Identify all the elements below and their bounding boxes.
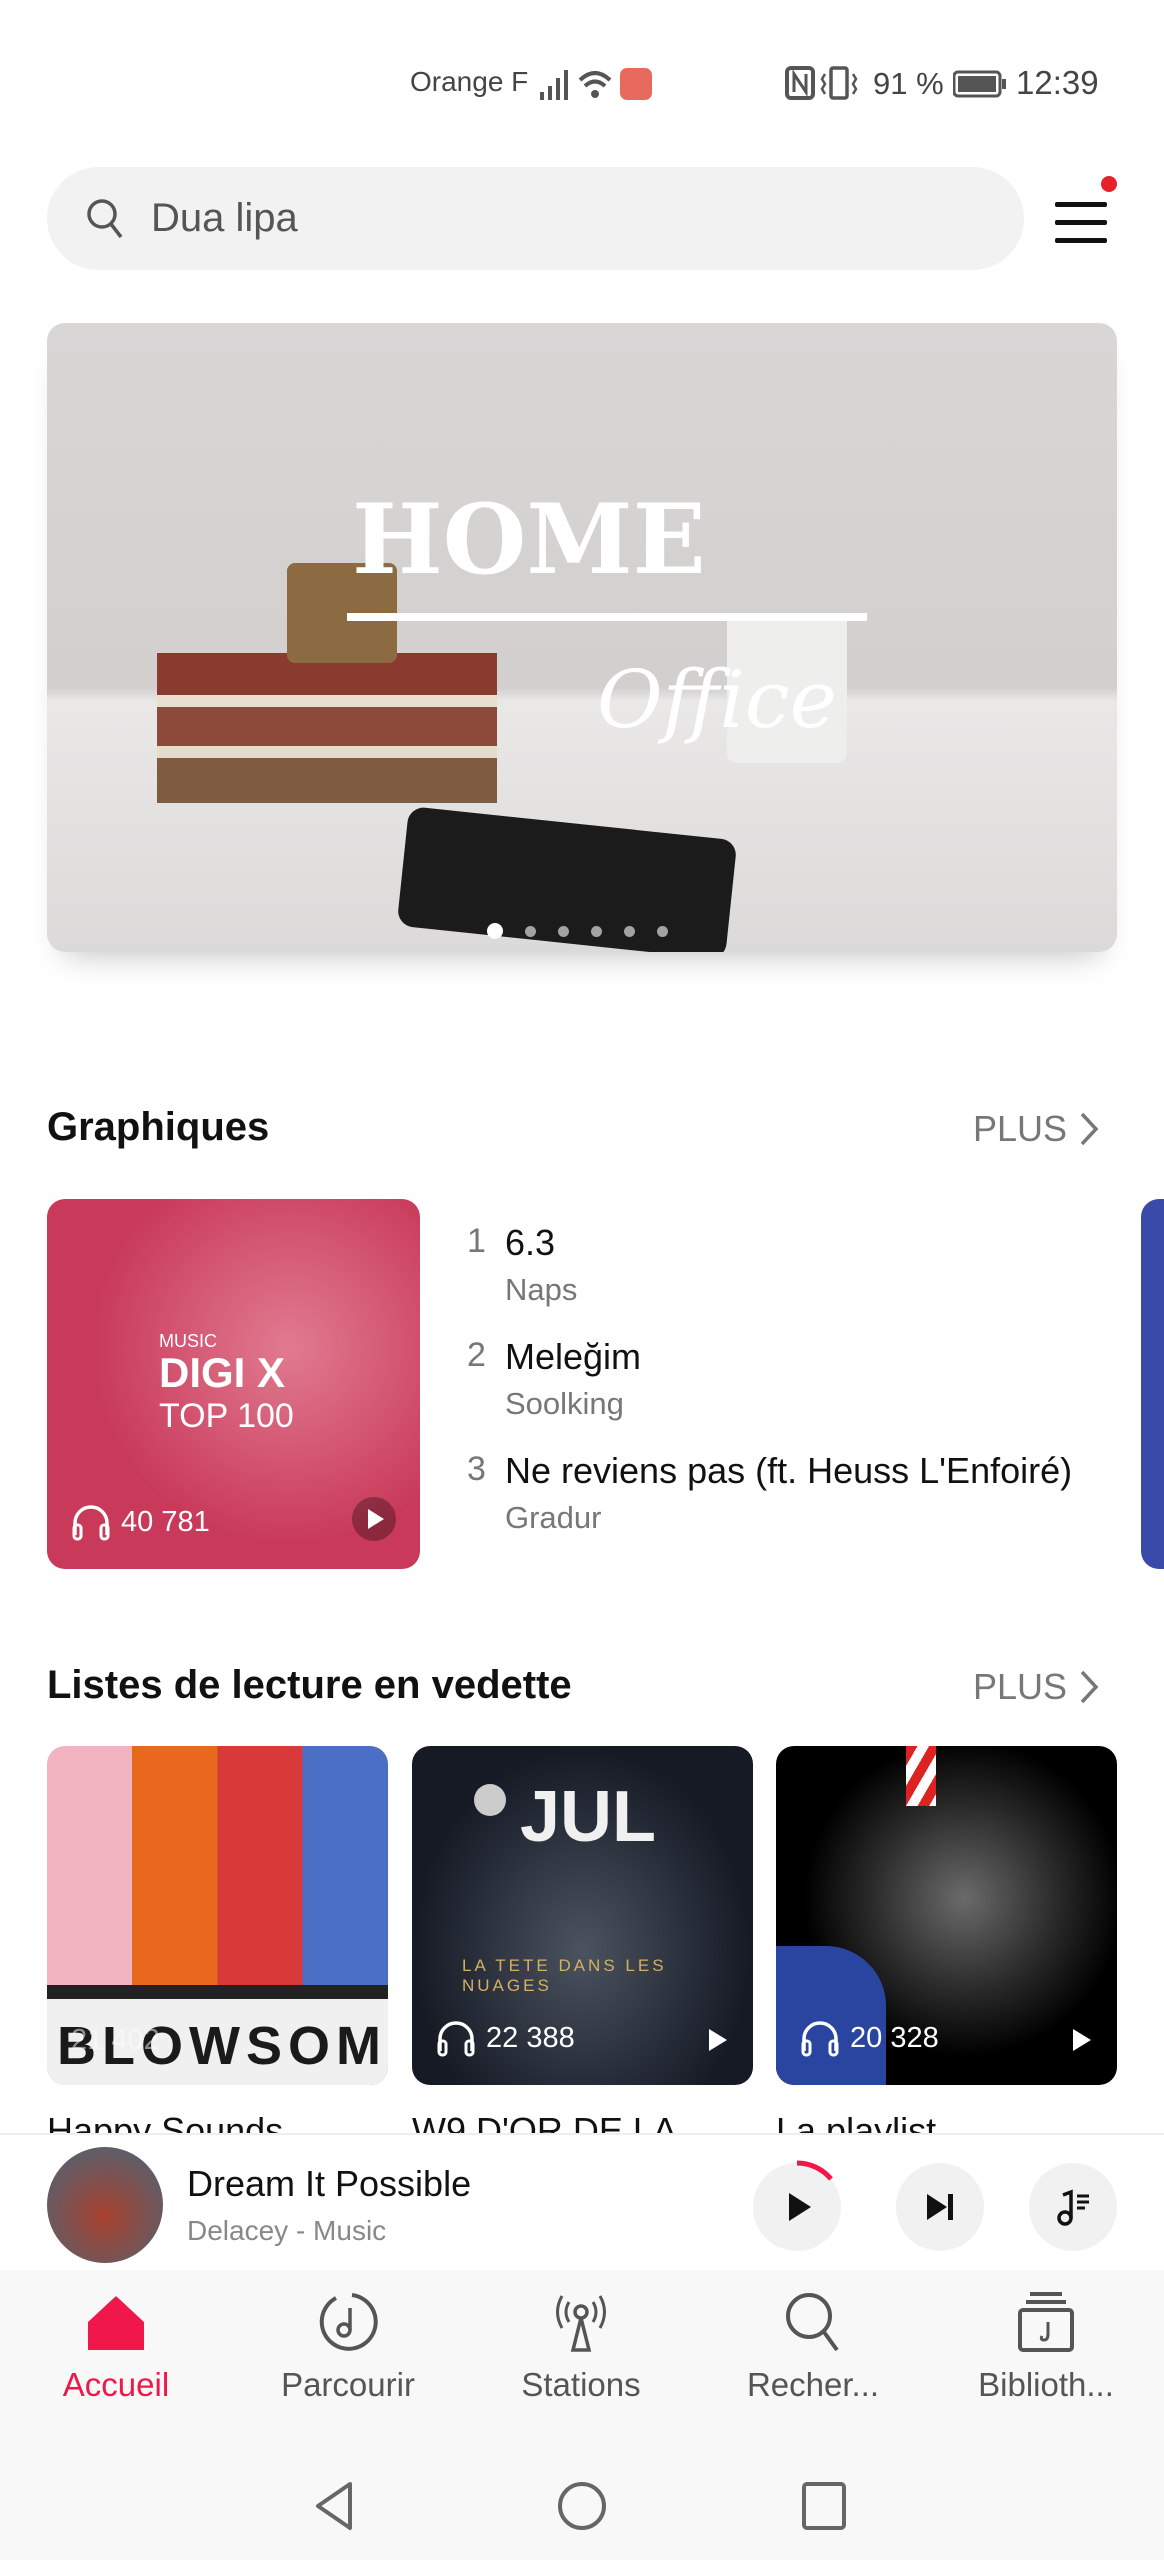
progress-ring [796, 2160, 833, 2181]
next-chart-card[interactable] [1141, 1199, 1164, 1569]
books-image [157, 653, 497, 803]
back-icon[interactable] [312, 2480, 356, 2532]
signal-wifi-icons [540, 68, 652, 100]
playlist-queue-icon [1057, 2189, 1089, 2226]
playlists-title: Listes de lecture en vedette [47, 1663, 572, 1707]
chart-card-digix[interactable]: MUSIC DIGI X TOP 100 40 781 [47, 1199, 420, 1569]
search-icon [786, 2293, 839, 2352]
system-nav-bar [0, 2450, 1164, 2560]
battery-icon [953, 70, 1006, 98]
playlists-more-link[interactable]: PLUS [973, 1666, 1099, 1708]
play-icon[interactable] [1073, 2029, 1091, 2051]
listen-count: 22 388 [436, 2019, 575, 2057]
bottom-nav: Accueil Parcourir Stations Recher... Bib… [0, 2270, 1164, 2450]
search-icon [87, 198, 123, 238]
charts-title: Graphiques [47, 1105, 270, 1149]
more-label: PLUS [973, 1666, 1068, 1707]
track-artist: Delacey - Music [187, 2215, 387, 2246]
queue-button[interactable] [1029, 2163, 1117, 2251]
search-bar[interactable] [47, 167, 1024, 270]
recents-icon[interactable] [800, 2480, 848, 2532]
chart-item[interactable]: 3 Ne reviens pas (ft. Heuss L'Enfoiré) Gra… [467, 1450, 1117, 1550]
card-sub: TOP 100 [159, 1397, 294, 1435]
headphones-icon [72, 1505, 110, 1541]
notification-dot [1101, 176, 1117, 192]
nav-bibliotheque[interactable]: Biblioth... [946, 2290, 1146, 2404]
library-icon [1018, 2292, 1074, 2352]
search-input[interactable] [151, 196, 951, 241]
more-label: PLUS [973, 1108, 1068, 1149]
nav-parcourir[interactable]: Parcourir [248, 2290, 448, 2404]
promo-banner[interactable]: HOME Office [47, 323, 1117, 952]
chart-item[interactable]: 2 Meleğim Soolking [467, 1336, 1117, 1436]
radio-tower-icon [556, 2295, 606, 2352]
nav-accueil[interactable]: Accueil [16, 2290, 216, 2404]
listen-count: 20 328 [800, 2019, 939, 2057]
play-icon[interactable] [709, 2029, 727, 2051]
nav-stations[interactable]: Stations [481, 2290, 681, 2404]
headphones-icon [437, 2021, 475, 2057]
clock: 12:39 [1016, 64, 1099, 101]
headphones-icon [801, 2021, 839, 2057]
play-button[interactable] [352, 1497, 396, 1541]
playlist-card[interactable]: BLOWSOM 21 402 [47, 1746, 388, 2085]
banner-rule [347, 613, 867, 621]
skip-next-icon [927, 2194, 953, 2220]
album-art [47, 2147, 163, 2263]
carrier: Orange F [410, 66, 529, 97]
cover-text: JUL [520, 1777, 657, 1857]
nfc-vibrate-icons [785, 66, 858, 100]
playlist-card[interactable]: JUL LA TETE DANS LES NUAGES 22 388 [412, 1746, 753, 2085]
chart-item[interactable]: 1 6.3 Naps [467, 1222, 1117, 1322]
home-icon [85, 2292, 147, 2350]
home-circle-icon[interactable] [556, 2480, 608, 2532]
mini-player[interactable]: Dream It Possible Delacey - Music [0, 2133, 1164, 2270]
nav-recherche[interactable]: Recher... [713, 2290, 913, 2404]
playlist-card[interactable]: 20 328 [776, 1746, 1117, 2085]
next-button[interactable] [896, 2163, 984, 2251]
card-name: DIGI X [159, 1349, 286, 1396]
chevron-right-icon [1080, 1670, 1099, 1704]
charts-more-link[interactable]: PLUS [973, 1108, 1099, 1150]
chevron-right-icon [1080, 1112, 1099, 1146]
banner-title: HOME [352, 483, 706, 596]
battery-percent: 91 % [873, 66, 944, 101]
menu-button[interactable] [1055, 176, 1117, 246]
track-title: Dream It Possible [187, 2163, 472, 2204]
carousel-dots[interactable] [487, 923, 668, 939]
banner-subtitle: Office [597, 653, 837, 746]
browse-disc-icon [319, 2293, 378, 2351]
status-bar: Orange F 91 % 12:39 [0, 62, 1164, 110]
listen-count: 40 781 [71, 1503, 210, 1541]
play-button[interactable] [753, 2160, 841, 2251]
cover-sub: LA TETE DANS LES NUAGES [462, 1956, 667, 1995]
listen-count: 21 402 [71, 2024, 160, 2056]
